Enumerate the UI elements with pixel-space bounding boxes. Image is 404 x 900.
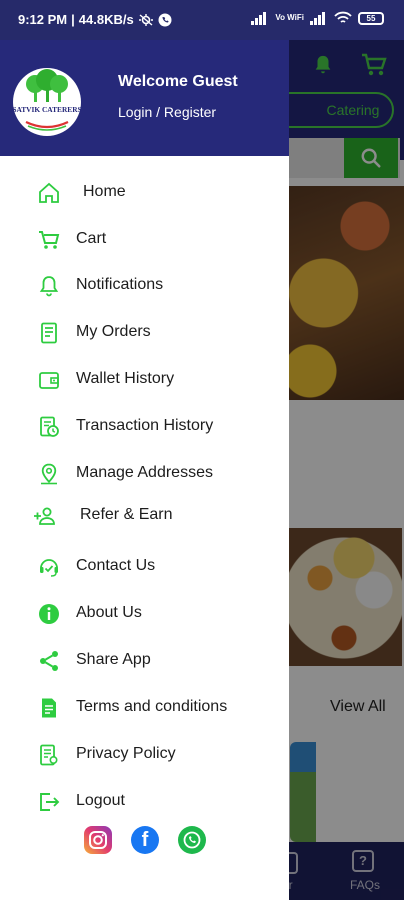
svg-text:SATVIK CATERERS: SATVIK CATERERS <box>12 105 81 114</box>
drawer-header: SATVIK CATERERS Welcome Guest Login / Re… <box>0 40 289 156</box>
logout-icon <box>36 789 62 815</box>
menu-label: Privacy Policy <box>76 745 176 762</box>
menu-label: Wallet History <box>76 370 175 387</box>
wifi-icon <box>334 11 352 23</box>
share-icon <box>36 648 62 674</box>
cart-icon <box>36 227 62 253</box>
menu-item-cart[interactable]: Cart <box>0 219 289 259</box>
menu-label: About Us <box>76 604 142 621</box>
login-register-link[interactable]: Login / Register <box>118 104 216 120</box>
document-icon <box>36 695 62 721</box>
menu-item-manage-addresses[interactable]: Manage Addresses <box>0 453 289 493</box>
signal-icon <box>310 11 328 25</box>
menu-label: Cart <box>76 230 107 247</box>
orders-icon <box>36 320 62 346</box>
menu-item-logout[interactable]: Logout <box>0 781 289 821</box>
menu-item-my-orders[interactable]: My Orders <box>0 312 289 352</box>
menu-item-share-app[interactable]: Share App <box>0 640 289 680</box>
no-signal-icon <box>138 13 153 26</box>
status-right: Vo WiFi 55 <box>251 11 384 25</box>
status-bar: 9:12 PM | 44.8KB/s Vo WiFi 55 <box>0 0 404 40</box>
menu-item-contact-us[interactable]: Contact Us <box>0 546 289 586</box>
menu-item-notifications[interactable]: Notifications <box>0 265 289 305</box>
signal-icon <box>251 11 269 25</box>
bell-icon <box>36 273 62 299</box>
welcome-text: Welcome Guest <box>118 73 238 90</box>
instagram-icon[interactable] <box>84 826 112 854</box>
menu-label: Terms and conditions <box>76 698 228 715</box>
menu-label: Manage Addresses <box>76 464 213 481</box>
battery-icon: 55 <box>358 11 384 25</box>
menu-item-transaction-history[interactable]: Transaction History <box>0 406 289 446</box>
menu-label: Home <box>83 183 126 200</box>
support-icon <box>36 554 62 580</box>
add-user-icon <box>32 503 58 529</box>
whatsapp-icon[interactable] <box>178 826 206 854</box>
wallet-icon <box>36 367 62 393</box>
info-icon <box>36 601 62 627</box>
navigation-drawer: SATVIK CATERERS Welcome Guest Login / Re… <box>0 0 289 900</box>
menu-item-about-us[interactable]: About Us <box>0 593 289 633</box>
phone-icon <box>158 13 172 26</box>
menu-item-wallet-history[interactable]: Wallet History <box>0 359 289 399</box>
menu-item-terms[interactable]: Terms and conditions <box>0 687 289 727</box>
menu-label: Contact Us <box>76 557 156 574</box>
status-separator: | <box>71 12 75 27</box>
satvik-caterers-logo: SATVIK CATERERS <box>12 68 82 136</box>
menu-item-home[interactable]: Home <box>0 172 289 212</box>
menu-label: Notifications <box>76 276 164 293</box>
status-speed: 44.8KB/s <box>78 12 134 27</box>
menu-label: Refer & Earn <box>80 506 173 523</box>
facebook-icon[interactable]: f <box>131 826 159 854</box>
location-icon <box>36 461 62 487</box>
home-icon <box>36 180 62 206</box>
menu-label: My Orders <box>76 323 151 340</box>
transaction-icon <box>36 414 62 440</box>
status-time: 9:12 PM <box>18 12 68 27</box>
vowifi-label: Vo WiFi <box>275 13 304 22</box>
menu-item-privacy-policy[interactable]: Privacy Policy <box>0 734 289 774</box>
policy-icon <box>36 742 62 768</box>
status-left: 9:12 PM | 44.8KB/s <box>18 12 172 27</box>
menu-item-refer-earn[interactable]: Refer & Earn <box>0 495 289 535</box>
menu-label: Share App <box>76 651 151 668</box>
menu-label: Transaction History <box>76 417 214 434</box>
menu-label: Logout <box>76 792 125 809</box>
